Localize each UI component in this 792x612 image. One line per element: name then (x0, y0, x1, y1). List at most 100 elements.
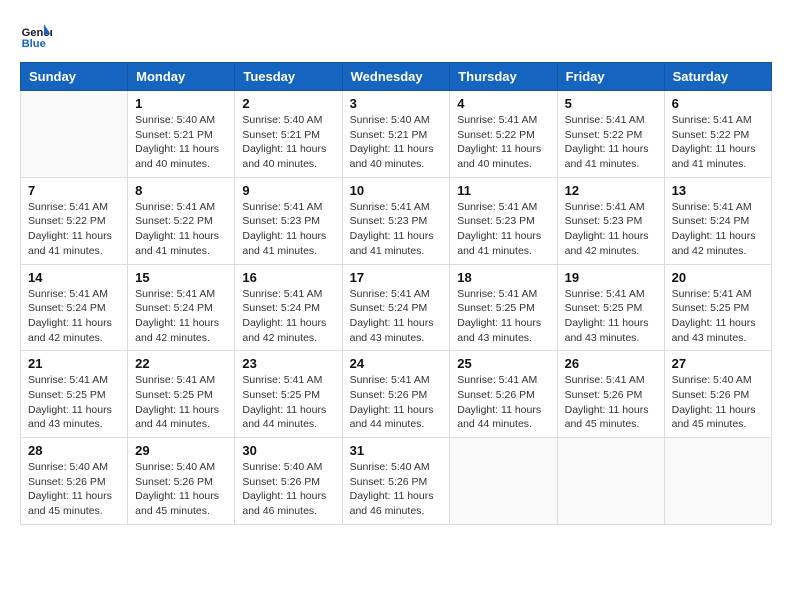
day-number: 7 (28, 183, 120, 198)
calendar-cell: 19Sunrise: 5:41 AM Sunset: 5:25 PM Dayli… (557, 264, 664, 351)
day-number: 5 (565, 96, 657, 111)
day-number: 20 (672, 270, 764, 285)
weekday-header: Saturday (664, 63, 771, 91)
day-number: 16 (242, 270, 334, 285)
day-info: Sunrise: 5:41 AM Sunset: 5:22 PM Dayligh… (28, 200, 120, 259)
day-info: Sunrise: 5:41 AM Sunset: 5:24 PM Dayligh… (350, 287, 443, 346)
day-info: Sunrise: 5:41 AM Sunset: 5:24 PM Dayligh… (672, 200, 764, 259)
weekday-header: Wednesday (342, 63, 450, 91)
calendar-cell (450, 438, 557, 525)
calendar-table: SundayMondayTuesdayWednesdayThursdayFrid… (20, 62, 772, 525)
week-row: 28 Sunrise: 5:40 AM Sunset: 5:26 PM Dayli… (21, 438, 772, 525)
calendar-cell: 14 Sunrise: 5:41 AM Sunset: 5:24 PM Dayli… (21, 264, 128, 351)
calendar-cell: 10 Sunrise: 5:41 AM Sunset: 5:23 PM Dayli… (342, 177, 450, 264)
day-number: 24 (350, 356, 443, 371)
calendar-cell: 18Sunrise: 5:41 AM Sunset: 5:25 PM Dayli… (450, 264, 557, 351)
day-number: 13 (672, 183, 764, 198)
day-number: 17 (350, 270, 443, 285)
day-info: Sunrise: 5:41 AM Sunset: 5:24 PM Dayligh… (135, 287, 227, 346)
calendar-cell: 20 Sunrise: 5:41 AM Sunset: 5:25 PM Dayli… (664, 264, 771, 351)
week-row: 1Sunrise: 5:40 AM Sunset: 5:21 PM Daylig… (21, 91, 772, 178)
day-info: Sunrise: 5:41 AM Sunset: 5:25 PM Dayligh… (242, 373, 334, 432)
day-info: Sunrise: 5:41 AM Sunset: 5:25 PM Dayligh… (672, 287, 764, 346)
calendar-cell (21, 91, 128, 178)
calendar-cell: 17 Sunrise: 5:41 AM Sunset: 5:24 PM Dayli… (342, 264, 450, 351)
calendar-cell: 12 Sunrise: 5:41 AM Sunset: 5:23 PM Dayli… (557, 177, 664, 264)
week-row: 14 Sunrise: 5:41 AM Sunset: 5:24 PM Dayli… (21, 264, 772, 351)
calendar-cell (664, 438, 771, 525)
weekday-header: Monday (128, 63, 235, 91)
day-number: 28 (28, 443, 120, 458)
day-number: 27 (672, 356, 764, 371)
day-number: 11 (457, 183, 549, 198)
calendar-cell: 31Sunrise: 5:40 AM Sunset: 5:26 PM Dayli… (342, 438, 450, 525)
day-number: 10 (350, 183, 443, 198)
day-info: Sunrise: 5:40 AM Sunset: 5:21 PM Dayligh… (350, 113, 443, 172)
day-info: Sunrise: 5:41 AM Sunset: 5:25 PM Dayligh… (28, 373, 120, 432)
calendar-cell: 9Sunrise: 5:41 AM Sunset: 5:23 PM Daylig… (235, 177, 342, 264)
day-number: 8 (135, 183, 227, 198)
week-row: 21 Sunrise: 5:41 AM Sunset: 5:25 PM Dayli… (21, 351, 772, 438)
day-info: Sunrise: 5:41 AM Sunset: 5:23 PM Dayligh… (565, 200, 657, 259)
calendar-cell: 11 Sunrise: 5:41 AM Sunset: 5:23 PM Dayli… (450, 177, 557, 264)
day-info: Sunrise: 5:41 AM Sunset: 5:24 PM Dayligh… (28, 287, 120, 346)
weekday-header: Tuesday (235, 63, 342, 91)
day-number: 29 (135, 443, 227, 458)
calendar-cell: 4 Sunrise: 5:41 AM Sunset: 5:22 PM Daylig… (450, 91, 557, 178)
day-number: 4 (457, 96, 549, 111)
day-number: 21 (28, 356, 120, 371)
day-number: 14 (28, 270, 120, 285)
svg-text:Blue: Blue (22, 38, 46, 50)
day-info: Sunrise: 5:40 AM Sunset: 5:26 PM Dayligh… (672, 373, 764, 432)
page-header: General Blue (20, 20, 772, 52)
day-number: 25 (457, 356, 549, 371)
day-number: 2 (242, 96, 334, 111)
day-number: 23 (242, 356, 334, 371)
weekday-header: Sunday (21, 63, 128, 91)
day-info: Sunrise: 5:41 AM Sunset: 5:23 PM Dayligh… (457, 200, 549, 259)
calendar-cell: 6 Sunrise: 5:41 AM Sunset: 5:22 PM Daylig… (664, 91, 771, 178)
day-info: Sunrise: 5:40 AM Sunset: 5:26 PM Dayligh… (135, 460, 227, 519)
calendar-cell: 13 Sunrise: 5:41 AM Sunset: 5:24 PM Dayli… (664, 177, 771, 264)
weekday-header-row: SundayMondayTuesdayWednesdayThursdayFrid… (21, 63, 772, 91)
day-info: Sunrise: 5:41 AM Sunset: 5:22 PM Dayligh… (672, 113, 764, 172)
calendar-cell: 27 Sunrise: 5:40 AM Sunset: 5:26 PM Dayli… (664, 351, 771, 438)
day-info: Sunrise: 5:41 AM Sunset: 5:26 PM Dayligh… (565, 373, 657, 432)
day-info: Sunrise: 5:41 AM Sunset: 5:23 PM Dayligh… (242, 200, 334, 259)
calendar-cell: 26Sunrise: 5:41 AM Sunset: 5:26 PM Dayli… (557, 351, 664, 438)
calendar-cell: 23 Sunrise: 5:41 AM Sunset: 5:25 PM Dayli… (235, 351, 342, 438)
calendar-cell: 24 Sunrise: 5:41 AM Sunset: 5:26 PM Dayli… (342, 351, 450, 438)
day-info: Sunrise: 5:40 AM Sunset: 5:26 PM Dayligh… (28, 460, 120, 519)
day-info: Sunrise: 5:40 AM Sunset: 5:21 PM Dayligh… (242, 113, 334, 172)
logo: General Blue (20, 20, 56, 52)
calendar-cell: 5 Sunrise: 5:41 AM Sunset: 5:22 PM Daylig… (557, 91, 664, 178)
calendar-cell: 21 Sunrise: 5:41 AM Sunset: 5:25 PM Dayli… (21, 351, 128, 438)
calendar-cell: 2 Sunrise: 5:40 AM Sunset: 5:21 PM Daylig… (235, 91, 342, 178)
day-number: 3 (350, 96, 443, 111)
calendar-cell: 7 Sunrise: 5:41 AM Sunset: 5:22 PM Daylig… (21, 177, 128, 264)
day-info: Sunrise: 5:41 AM Sunset: 5:22 PM Dayligh… (457, 113, 549, 172)
day-info: Sunrise: 5:41 AM Sunset: 5:23 PM Dayligh… (350, 200, 443, 259)
day-info: Sunrise: 5:40 AM Sunset: 5:26 PM Dayligh… (350, 460, 443, 519)
day-number: 22 (135, 356, 227, 371)
calendar-cell: 25 Sunrise: 5:41 AM Sunset: 5:26 PM Dayli… (450, 351, 557, 438)
week-row: 7 Sunrise: 5:41 AM Sunset: 5:22 PM Daylig… (21, 177, 772, 264)
day-info: Sunrise: 5:40 AM Sunset: 5:26 PM Dayligh… (242, 460, 334, 519)
day-info: Sunrise: 5:41 AM Sunset: 5:26 PM Dayligh… (350, 373, 443, 432)
day-info: Sunrise: 5:41 AM Sunset: 5:26 PM Dayligh… (457, 373, 549, 432)
calendar-cell: 29 Sunrise: 5:40 AM Sunset: 5:26 PM Dayli… (128, 438, 235, 525)
day-number: 6 (672, 96, 764, 111)
day-info: Sunrise: 5:41 AM Sunset: 5:25 PM Dayligh… (135, 373, 227, 432)
day-number: 12 (565, 183, 657, 198)
day-info: Sunrise: 5:41 AM Sunset: 5:25 PM Dayligh… (565, 287, 657, 346)
calendar-cell: 8Sunrise: 5:41 AM Sunset: 5:22 PM Daylig… (128, 177, 235, 264)
day-info: Sunrise: 5:41 AM Sunset: 5:22 PM Dayligh… (565, 113, 657, 172)
day-info: Sunrise: 5:41 AM Sunset: 5:24 PM Dayligh… (242, 287, 334, 346)
calendar-cell: 30Sunrise: 5:40 AM Sunset: 5:26 PM Dayli… (235, 438, 342, 525)
day-info: Sunrise: 5:41 AM Sunset: 5:25 PM Dayligh… (457, 287, 549, 346)
calendar-cell: 16 Sunrise: 5:41 AM Sunset: 5:24 PM Dayli… (235, 264, 342, 351)
weekday-header: Friday (557, 63, 664, 91)
logo-icon: General Blue (20, 20, 52, 52)
calendar-cell: 22 Sunrise: 5:41 AM Sunset: 5:25 PM Dayli… (128, 351, 235, 438)
calendar-cell: 1Sunrise: 5:40 AM Sunset: 5:21 PM Daylig… (128, 91, 235, 178)
